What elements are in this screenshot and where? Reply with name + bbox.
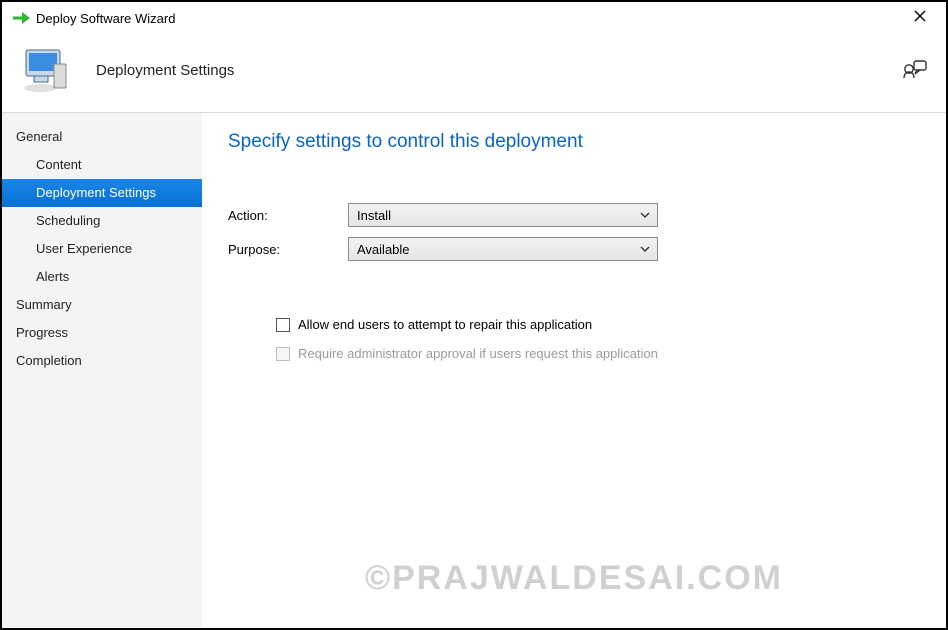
chevron-down-icon (639, 208, 651, 225)
sidebar-item-label: Alerts (36, 269, 69, 284)
sidebar: General Content Deployment Settings Sche… (2, 113, 202, 628)
computer-icon (20, 46, 76, 94)
purpose-value: Available (357, 242, 410, 257)
window-title: Deploy Software Wizard (32, 11, 900, 26)
sidebar-item-deployment-settings[interactable]: Deployment Settings (2, 179, 202, 207)
close-icon (913, 9, 927, 23)
titlebar: Deploy Software Wizard (2, 2, 946, 34)
wizard-window: Deploy Software Wizard Deployment Settin… (0, 0, 948, 630)
watermark-text: ©PRAJWALDESAI.COM (202, 559, 946, 598)
allow-repair-checkbox[interactable] (276, 318, 290, 332)
purpose-label: Purpose: (228, 242, 348, 257)
sidebar-item-label: Summary (16, 297, 72, 312)
sidebar-item-user-experience[interactable]: User Experience (2, 235, 202, 263)
sidebar-item-label: Scheduling (36, 213, 100, 228)
purpose-row: Purpose: Available (228, 237, 920, 261)
content-pane: Specify settings to control this deploym… (202, 113, 946, 628)
feedback-icon[interactable] (902, 58, 928, 83)
action-value: Install (357, 208, 391, 223)
chevron-down-icon (639, 242, 651, 259)
close-button[interactable] (900, 9, 940, 27)
sidebar-item-general[interactable]: General (2, 123, 202, 151)
allow-repair-row: Allow end users to attempt to repair thi… (276, 317, 920, 332)
sidebar-item-completion[interactable]: Completion (2, 347, 202, 375)
action-label: Action: (228, 208, 348, 223)
sidebar-item-label: Content (36, 157, 82, 172)
sidebar-item-label: Completion (16, 353, 82, 368)
sidebar-item-label: Deployment Settings (36, 185, 156, 200)
require-approval-row: Require administrator approval if users … (276, 346, 920, 361)
action-dropdown[interactable]: Install (348, 203, 658, 227)
require-approval-checkbox (276, 347, 290, 361)
sidebar-item-label: Progress (16, 325, 68, 340)
arrow-right-icon (12, 10, 32, 26)
purpose-dropdown[interactable]: Available (348, 237, 658, 261)
require-approval-label: Require administrator approval if users … (298, 346, 658, 361)
header: Deployment Settings (2, 34, 946, 113)
header-title: Deployment Settings (96, 62, 234, 79)
wizard-body: General Content Deployment Settings Sche… (2, 113, 946, 628)
sidebar-item-progress[interactable]: Progress (2, 319, 202, 347)
sidebar-item-scheduling[interactable]: Scheduling (2, 207, 202, 235)
page-heading: Specify settings to control this deploym… (228, 131, 920, 153)
action-row: Action: Install (228, 203, 920, 227)
sidebar-item-label: General (16, 129, 62, 144)
sidebar-item-label: User Experience (36, 241, 132, 256)
sidebar-item-content[interactable]: Content (2, 151, 202, 179)
sidebar-item-summary[interactable]: Summary (2, 291, 202, 319)
sidebar-item-alerts[interactable]: Alerts (2, 263, 202, 291)
allow-repair-label: Allow end users to attempt to repair thi… (298, 317, 592, 332)
